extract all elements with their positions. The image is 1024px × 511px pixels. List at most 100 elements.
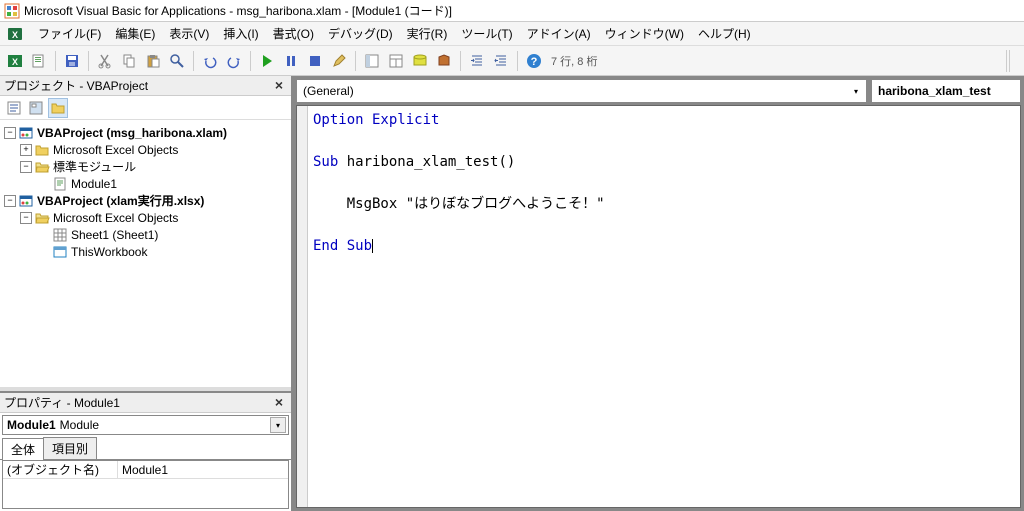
tree-workbook[interactable]: ThisWorkbook	[2, 243, 289, 260]
save-icon[interactable]	[61, 50, 83, 72]
view-excel-icon[interactable]: X	[4, 50, 26, 72]
tree-label: Microsoft Excel Objects	[53, 211, 178, 225]
menu-run[interactable]: 実行(R)	[401, 23, 454, 44]
paste-icon[interactable]	[142, 50, 164, 72]
workbook-icon	[52, 244, 68, 260]
cut-icon[interactable]	[94, 50, 116, 72]
tab-categorized[interactable]: 項目別	[43, 437, 97, 459]
excel-icon[interactable]: X	[6, 25, 24, 43]
collapse-icon[interactable]: −	[4, 195, 16, 207]
project-panel-header: プロジェクト - VBAProject ×	[0, 76, 291, 96]
vba-project-icon	[18, 125, 34, 141]
menu-tools[interactable]: ツール(T)	[455, 23, 518, 44]
tab-alphabetic[interactable]: 全体	[2, 438, 44, 460]
redo-icon[interactable]	[223, 50, 245, 72]
code-editor[interactable]: Option Explicit Sub haribona_xlam_test()…	[296, 105, 1021, 508]
tree-module[interactable]: Module1	[2, 175, 289, 192]
property-row[interactable]: (オブジェクト名) Module1	[3, 461, 288, 479]
find-icon[interactable]	[166, 50, 188, 72]
tree-label: 標準モジュール	[53, 158, 136, 175]
collapse-icon[interactable]: −	[4, 127, 16, 139]
folder-open-icon	[34, 159, 50, 175]
view-object-icon[interactable]	[26, 98, 46, 118]
menu-debug[interactable]: デバッグ(D)	[322, 23, 399, 44]
separator	[517, 51, 518, 71]
properties-panel: プロパティ - Module1 × Module1 Module ▾ 全体 項目…	[0, 391, 291, 511]
menu-insert[interactable]: 挿入(I)	[217, 23, 264, 44]
code-header: (General) ▾ haribona_xlam_test	[296, 79, 1021, 103]
vba-project-icon	[18, 193, 34, 209]
property-name: (オブジェクト名)	[3, 461, 118, 478]
code-keyword: End Sub	[313, 238, 372, 254]
menu-view[interactable]: 表示(V)	[163, 23, 215, 44]
help-icon[interactable]: ?	[523, 50, 545, 72]
undo-icon[interactable]	[199, 50, 221, 72]
collapse-icon[interactable]: −	[20, 161, 32, 173]
design-mode-icon[interactable]	[328, 50, 350, 72]
folder-open-icon	[34, 210, 50, 226]
outdent-icon[interactable]	[490, 50, 512, 72]
menu-addins[interactable]: アドイン(A)	[521, 23, 597, 44]
tree-label: VBAProject (msg_haribona.xlam)	[37, 126, 227, 140]
menu-window[interactable]: ウィンドウ(W)	[599, 23, 690, 44]
close-icon[interactable]: ×	[269, 393, 289, 411]
insert-module-icon[interactable]	[28, 50, 50, 72]
object-dropdown[interactable]: (General) ▾	[296, 79, 867, 103]
project-explorer-icon[interactable]	[361, 50, 383, 72]
chevron-down-icon[interactable]: ▾	[270, 417, 286, 433]
menubar: X ファイル(F) 編集(E) 表示(V) 挿入(I) 書式(O) デバッグ(D…	[0, 22, 1024, 46]
svg-text:X: X	[12, 57, 18, 67]
menu-format[interactable]: 書式(O)	[267, 23, 320, 44]
toggle-folders-icon[interactable]	[48, 98, 68, 118]
indent-icon[interactable]	[466, 50, 488, 72]
reset-icon[interactable]	[304, 50, 326, 72]
app-icon	[4, 3, 20, 19]
tree-label: Module1	[71, 177, 117, 191]
property-value[interactable]: Module1	[118, 461, 288, 478]
close-icon[interactable]: ×	[269, 76, 289, 94]
tree-label: Sheet1 (Sheet1)	[71, 228, 158, 242]
svg-text:?: ?	[531, 56, 538, 68]
menu-file[interactable]: ファイル(F)	[32, 23, 107, 44]
chevron-down-icon[interactable]: ▾	[848, 83, 864, 99]
run-icon[interactable]	[256, 50, 278, 72]
window-title: Microsoft Visual Basic for Applications …	[24, 2, 452, 19]
object-selector[interactable]: Module1 Module ▾	[2, 415, 289, 435]
object-browser-icon[interactable]	[409, 50, 431, 72]
project-tree[interactable]: − VBAProject (msg_haribona.xlam) + Micro…	[0, 120, 291, 387]
separator	[55, 51, 56, 71]
properties-grid[interactable]: (オブジェクト名) Module1	[2, 460, 289, 509]
tree-folder[interactable]: + Microsoft Excel Objects	[2, 141, 289, 158]
tree-folder[interactable]: − Microsoft Excel Objects	[2, 209, 289, 226]
procedure-dropdown[interactable]: haribona_xlam_test	[871, 79, 1021, 103]
titlebar: Microsoft Visual Basic for Applications …	[0, 0, 1024, 22]
tree-project-1[interactable]: − VBAProject (msg_haribona.xlam)	[2, 124, 289, 141]
separator	[88, 51, 89, 71]
left-panel: プロジェクト - VBAProject × − VBAProject (msg_…	[0, 76, 293, 511]
menu-help[interactable]: ヘルプ(H)	[692, 23, 757, 44]
text-cursor	[372, 239, 373, 253]
collapse-icon[interactable]: −	[20, 212, 32, 224]
object-name: Module1	[7, 418, 56, 432]
tree-project-2[interactable]: − VBAProject (xlam実行用.xlsx)	[2, 192, 289, 209]
worksheet-icon	[52, 227, 68, 243]
view-code-icon[interactable]	[4, 98, 24, 118]
copy-icon[interactable]	[118, 50, 140, 72]
properties-panel-title: プロパティ - Module1	[4, 394, 120, 411]
code-keyword: Sub	[313, 154, 338, 170]
properties-window-icon[interactable]	[385, 50, 407, 72]
toolbar-grip	[1006, 50, 1016, 72]
object-dropdown-value: (General)	[303, 84, 354, 98]
cursor-position: 7 行, 8 桁	[551, 53, 597, 69]
tree-folder[interactable]: − 標準モジュール	[2, 158, 289, 175]
expand-icon[interactable]: +	[20, 144, 32, 156]
tree-label: Microsoft Excel Objects	[53, 143, 178, 157]
tree-label: VBAProject (xlam実行用.xlsx)	[37, 192, 204, 209]
tree-sheet[interactable]: Sheet1 (Sheet1)	[2, 226, 289, 243]
break-icon[interactable]	[280, 50, 302, 72]
separator	[250, 51, 251, 71]
toolbox-icon[interactable]	[433, 50, 455, 72]
menu-edit[interactable]: 編集(E)	[109, 23, 161, 44]
code-text: MsgBox "はりぼなブログへようこそ！"	[313, 196, 605, 212]
separator	[355, 51, 356, 71]
